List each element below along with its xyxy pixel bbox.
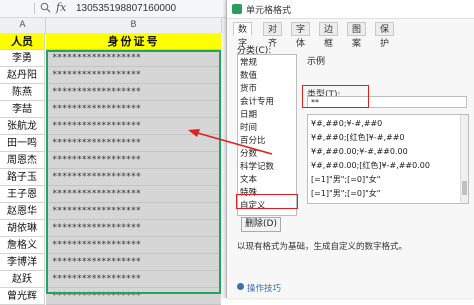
category-item[interactable]: 文本 <box>240 174 257 186</box>
delete-button[interactable]: 删除(D) <box>241 217 281 232</box>
name-cell[interactable]: 詹格义 <box>0 237 45 254</box>
tab-border[interactable]: 边框 <box>319 22 339 49</box>
dialog-title: 单元格格式 <box>246 6 292 16</box>
id-cell[interactable]: ****************** <box>46 220 221 237</box>
name-cell[interactable]: 陈燕 <box>0 84 45 101</box>
format-item[interactable]: [=1]"男";[=0]"女" <box>311 187 380 200</box>
name-cell[interactable]: 王子恩 <box>0 186 45 203</box>
scrollbar-thumb[interactable] <box>462 181 467 195</box>
name-cell[interactable]: 李勇 <box>0 50 45 67</box>
name-cell[interactable]: 田一鸣 <box>0 135 45 152</box>
id-cell[interactable]: ****************** <box>46 288 221 305</box>
tips-label[interactable]: 操作技巧 <box>247 282 281 294</box>
tab-alignment[interactable]: 对齐 <box>263 22 283 49</box>
formula-separator <box>34 3 35 14</box>
id-cell[interactable]: ****************** <box>46 271 221 288</box>
name-cell[interactable]: 周恩杰 <box>0 152 45 169</box>
name-cell[interactable]: 赵跃 <box>0 271 45 288</box>
name-cell[interactable]: 曾光辉 <box>0 288 45 305</box>
name-cell[interactable]: 赵恩华 <box>0 203 45 220</box>
tab-number[interactable]: 数字 <box>233 22 253 49</box>
id-cell[interactable]: ****************** <box>46 237 221 254</box>
tab-font[interactable]: 字体 <box>291 22 311 49</box>
name-cell[interactable]: 张航龙 <box>0 118 45 135</box>
format-item[interactable]: ¥#,##0;[红色]¥-#,##0 <box>311 131 405 144</box>
name-cell[interactable]: 路子玉 <box>0 169 45 186</box>
id-cell[interactable]: ****************** <box>46 186 221 203</box>
category-item[interactable]: 货币 <box>240 83 257 95</box>
id-cell[interactable]: ****************** <box>46 203 221 220</box>
format-list[interactable]: ¥#,##0;¥-#,##0 ¥#,##0;[红色]¥-#,##0 ¥#,##0… <box>307 114 469 204</box>
id-cell[interactable]: ****************** <box>46 169 221 186</box>
id-cell[interactable]: ****************** <box>46 84 221 101</box>
dialog-titlebar[interactable]: 单元格格式 <box>227 0 474 19</box>
format-item[interactable]: ¥#,##0.00;[红色]¥-#,##0.00 <box>311 159 430 172</box>
id-cell[interactable]: ****************** <box>46 67 221 84</box>
name-cell[interactable]: 李博洋 <box>0 254 45 271</box>
name-cell[interactable]: 李喆 <box>0 101 45 118</box>
sample-label: 示例 <box>307 57 326 67</box>
format-item[interactable]: [=1]"男";[=0]"女" <box>311 173 380 186</box>
tab-protection[interactable]: 保护 <box>375 22 395 49</box>
arrow-icon <box>188 129 273 155</box>
app-icon <box>232 4 242 14</box>
formula-input[interactable]: 130535198807160000 <box>76 3 176 14</box>
fx-icon[interactable]: fx <box>56 1 66 14</box>
header-cell-id[interactable]: 身份证号 <box>46 33 221 50</box>
info-icon <box>237 283 244 290</box>
category-item[interactable]: 会计专用 <box>240 96 274 108</box>
name-cell[interactable]: 赵丹阳 <box>0 67 45 84</box>
zoom-icon[interactable] <box>40 2 51 16</box>
id-cell[interactable]: ****************** <box>46 50 221 67</box>
format-item[interactable]: ¥#,##0;¥-#,##0 <box>311 117 382 130</box>
category-item[interactable]: 科学记数 <box>240 161 274 173</box>
id-cell[interactable]: ****************** <box>46 254 221 271</box>
id-cell[interactable]: ****************** <box>46 101 221 118</box>
category-item[interactable]: 数值 <box>240 70 257 82</box>
column-header-b[interactable]: B <box>46 18 222 33</box>
name-cell[interactable]: 胡依琳 <box>0 220 45 237</box>
type-highlight <box>302 85 369 108</box>
format-list-scrollbar[interactable] <box>460 115 468 203</box>
column-header-a[interactable]: A <box>0 18 46 33</box>
category-item[interactable]: 常规 <box>240 57 257 69</box>
category-highlight <box>236 194 298 209</box>
header-cell-name[interactable]: 人员 <box>0 33 45 50</box>
tab-pattern[interactable]: 图案 <box>347 22 367 49</box>
format-description: 以现有格式为基础，生成自定义的数字格式。 <box>237 242 408 252</box>
format-item[interactable]: ¥#,##0.00;¥-#,##0.00 <box>311 145 408 158</box>
